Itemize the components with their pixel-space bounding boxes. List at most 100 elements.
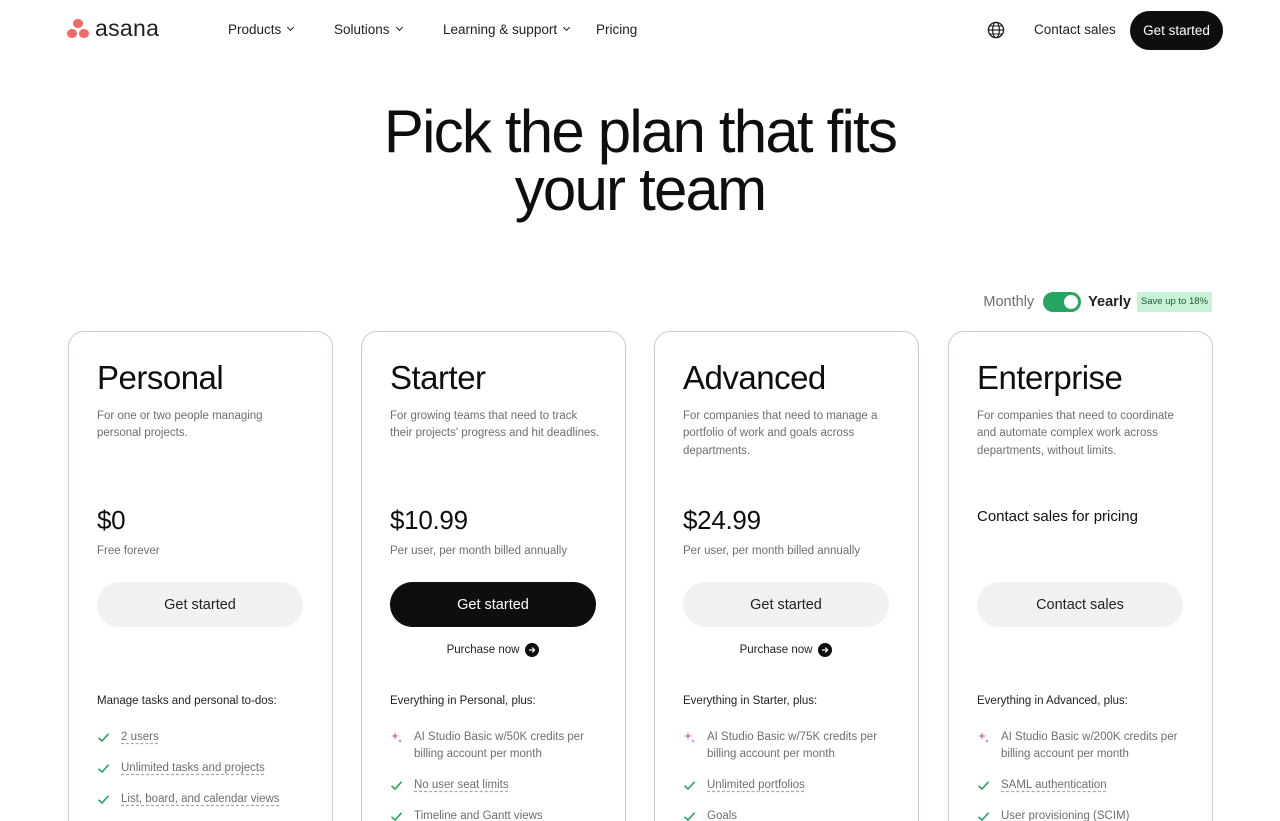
switch-knob [1064, 295, 1079, 309]
billing-toggle-group: Monthly Yearly Save up to 18% [983, 291, 1212, 313]
starter-purchase-link[interactable]: Purchase now [390, 643, 596, 657]
plan-price: $24.99 [683, 505, 761, 535]
feature-item: AI Studio Basic w/75K credits per billin… [683, 729, 898, 763]
feature-text[interactable]: User provisioning (SCIM) [1001, 808, 1129, 821]
logo-text: asana [95, 15, 160, 41]
feature-list: 2 users Unlimited tasks and projects Lis… [97, 729, 312, 821]
contact-sales-link[interactable]: Contact sales [1034, 22, 1116, 37]
plan-title: Personal [97, 359, 224, 396]
feature-text: AI Studio Basic w/200K credits per billi… [1001, 731, 1178, 760]
purchase-label: Purchase now [739, 644, 813, 656]
feature-list: AI Studio Basic w/50K credits per billin… [390, 729, 605, 821]
globe-icon[interactable] [987, 21, 1005, 39]
feature-item: SAML authentication [977, 777, 1192, 794]
plan-description: For companies that need to coordinate an… [977, 410, 1174, 457]
feature-text[interactable]: Timeline and Gantt views [414, 808, 543, 821]
feature-item: Unlimited portfolios [683, 777, 898, 794]
save-badge: Save up to 18% [1136, 292, 1212, 312]
title-line-1: Pick the plan that fits [383, 98, 898, 165]
feature-item: AI Studio Basic w/50K credits per billin… [390, 729, 605, 763]
feature-item: User provisioning (SCIM) [977, 808, 1192, 821]
plan-price-contact: Contact sales for pricing [977, 508, 1138, 525]
title-line-2: your team [514, 156, 767, 223]
feature-item: Goals [683, 808, 898, 821]
check-icon [390, 812, 403, 821]
plan-description: For one or two people managing personal … [97, 410, 263, 440]
features-heading: Everything in Personal, plus: [390, 695, 536, 707]
chevron-down-icon [287, 23, 295, 32]
plan-title: Starter [390, 359, 486, 396]
check-icon [97, 795, 110, 805]
get-started-button[interactable]: Get started [1130, 11, 1223, 50]
feature-text: AI Studio Basic w/50K credits per billin… [414, 731, 585, 760]
starter-get-started-button[interactable]: Get started [390, 582, 596, 627]
plan-price-note: Per user, per month billed annually [683, 545, 861, 557]
feature-item: No user seat limits [390, 777, 605, 794]
sparkle-icon [684, 732, 695, 743]
check-icon [683, 781, 696, 791]
feature-text: AI Studio Basic w/75K credits per billin… [707, 731, 878, 760]
plan-price: $0 [97, 505, 126, 535]
feature-text[interactable]: No user seat limits [414, 777, 509, 794]
feature-item: AI Studio Basic w/200K credits per billi… [977, 729, 1192, 763]
enterprise-contact-sales-button[interactable]: Contact sales [977, 582, 1183, 627]
nav-learning-support[interactable]: Learning & support [443, 22, 571, 37]
yearly-option[interactable]: Yearly [1088, 294, 1131, 310]
page-title: Pick the plan that fits your team [290, 102, 990, 220]
plan-price-note: Per user, per month billed annually [390, 545, 568, 557]
advanced-purchase-link[interactable]: Purchase now [683, 643, 889, 657]
chevron-down-icon [563, 23, 571, 32]
plan-description: For growing teams that need to track the… [390, 410, 600, 440]
check-icon [390, 781, 403, 791]
nav-solutions[interactable]: Solutions [334, 22, 403, 37]
feature-item: Timeline and Gantt views [390, 808, 605, 821]
chevron-down-icon [395, 23, 403, 32]
arrow-right-icon [525, 643, 540, 657]
plan-price-note: Free forever [97, 545, 160, 557]
nav-label: Learning & support [443, 22, 558, 37]
plan-card-starter: Starter For growing teams that need to t… [361, 331, 626, 821]
advanced-get-started-button[interactable]: Get started [683, 582, 889, 627]
arrow-right-icon [818, 643, 833, 657]
nav-label: Pricing [596, 22, 638, 37]
features-heading: Everything in Starter, plus: [683, 695, 818, 707]
nav-label: Solutions [334, 22, 390, 37]
nav-label: Products [228, 22, 282, 37]
feature-text[interactable]: Goals [707, 808, 737, 821]
plan-title: Advanced [683, 359, 826, 396]
features-heading: Everything in Advanced, plus: [977, 695, 1128, 707]
sparkle-icon [978, 732, 989, 743]
feature-item: List, board, and calendar views [97, 791, 312, 808]
plan-description: For companies that need to manage a port… [683, 410, 878, 457]
asana-logo-icon [67, 18, 89, 40]
site-header: asana Products Solutions Learning & supp… [0, 0, 1280, 62]
plan-card-enterprise: Enterprise For companies that need to co… [948, 331, 1213, 821]
plan-price: $10.99 [390, 505, 468, 535]
feature-text[interactable]: Unlimited tasks and projects [121, 760, 265, 777]
feature-item: 2 users [97, 729, 312, 746]
monthly-option[interactable]: Monthly [983, 294, 1034, 310]
purchase-label: Purchase now [446, 644, 520, 656]
personal-get-started-button[interactable]: Get started [97, 582, 303, 627]
feature-list: AI Studio Basic w/200K credits per billi… [977, 729, 1192, 821]
plan-card-advanced: Advanced For companies that need to mana… [654, 331, 919, 821]
feature-text[interactable]: List, board, and calendar views [121, 791, 280, 808]
feature-text[interactable]: SAML authentication [1001, 777, 1107, 794]
check-icon [683, 812, 696, 821]
billing-switch[interactable] [1043, 292, 1082, 312]
feature-text[interactable]: Unlimited portfolios [707, 777, 805, 794]
asana-logo[interactable]: asana [67, 17, 159, 40]
feature-item: Unlimited tasks and projects [97, 760, 312, 777]
feature-list: AI Studio Basic w/75K credits per billin… [683, 729, 898, 821]
nav-products[interactable]: Products [228, 22, 295, 37]
check-icon [97, 733, 110, 743]
check-icon [977, 781, 990, 791]
plan-card-personal: Personal For one or two people managing … [68, 331, 333, 821]
features-heading: Manage tasks and personal to-dos: [97, 695, 277, 707]
feature-text[interactable]: 2 users [121, 729, 159, 746]
plan-title: Enterprise [977, 359, 1123, 396]
check-icon [97, 764, 110, 774]
nav-pricing[interactable]: Pricing [596, 22, 637, 37]
check-icon [977, 812, 990, 821]
sparkle-icon [391, 732, 402, 743]
